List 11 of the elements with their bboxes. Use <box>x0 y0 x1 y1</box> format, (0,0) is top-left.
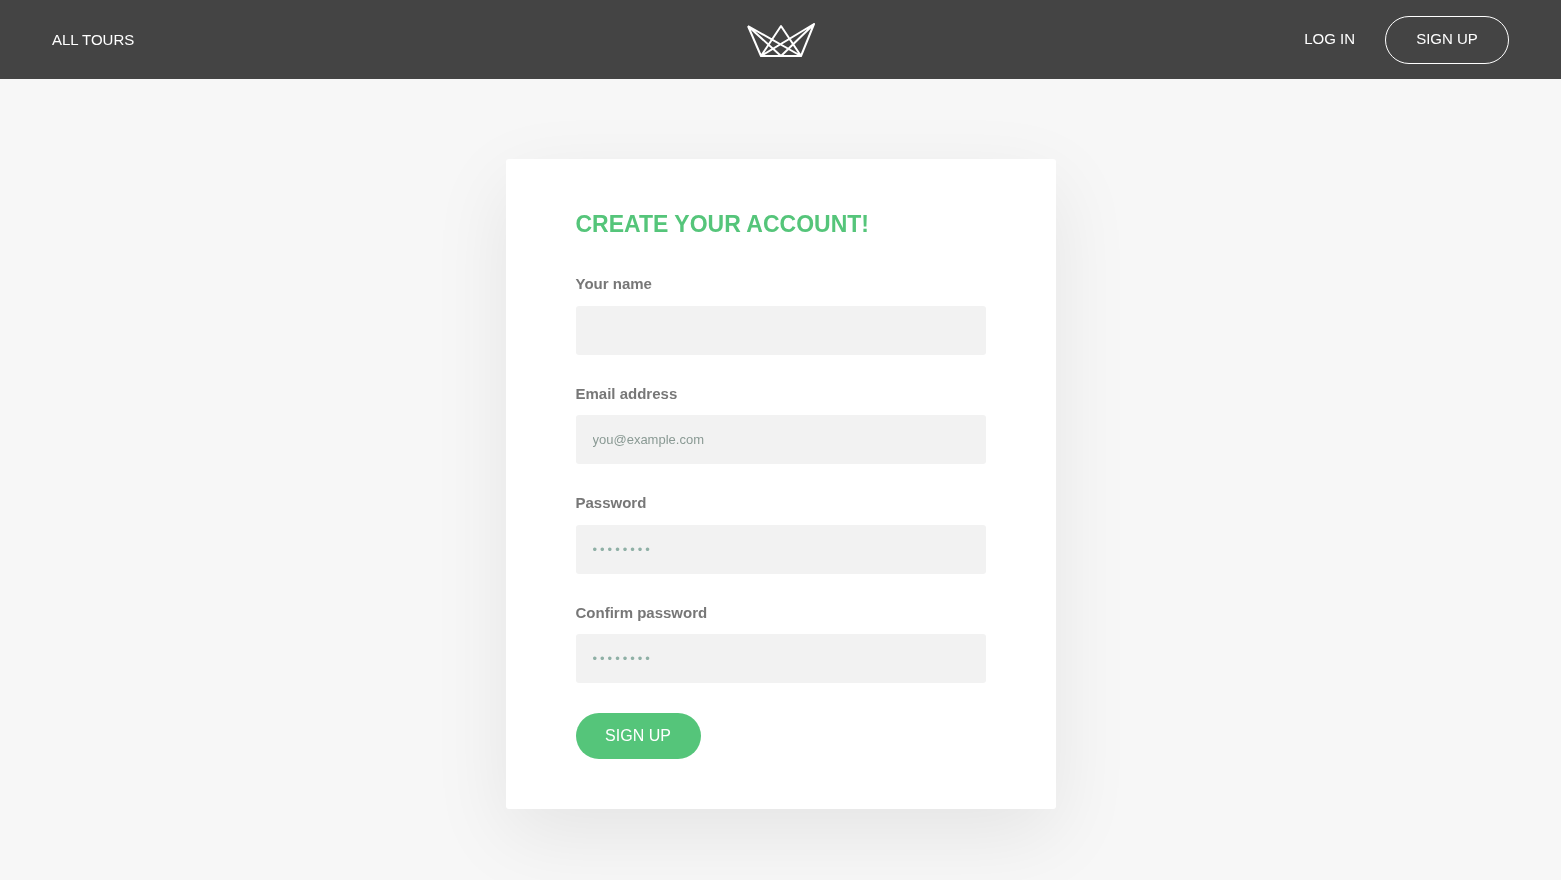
password-field[interactable]: •••••••• <box>575 524 986 574</box>
email-field[interactable]: you@example.com <box>575 415 986 464</box>
field-label: Your name <box>575 274 653 294</box>
all-tours-link[interactable]: ALL TOURS <box>52 30 135 48</box>
login-link[interactable]: LOG IN <box>1304 28 1355 51</box>
field-label: Password <box>575 493 648 513</box>
field-label: Email address <box>575 383 679 404</box>
password-field[interactable]: •••••••• <box>575 634 986 683</box>
form-title: CREATE YOUR ACCOUNT! <box>575 210 870 239</box>
field-label: Confirm password <box>575 602 709 623</box>
crown-logo-icon[interactable] <box>746 21 815 58</box>
